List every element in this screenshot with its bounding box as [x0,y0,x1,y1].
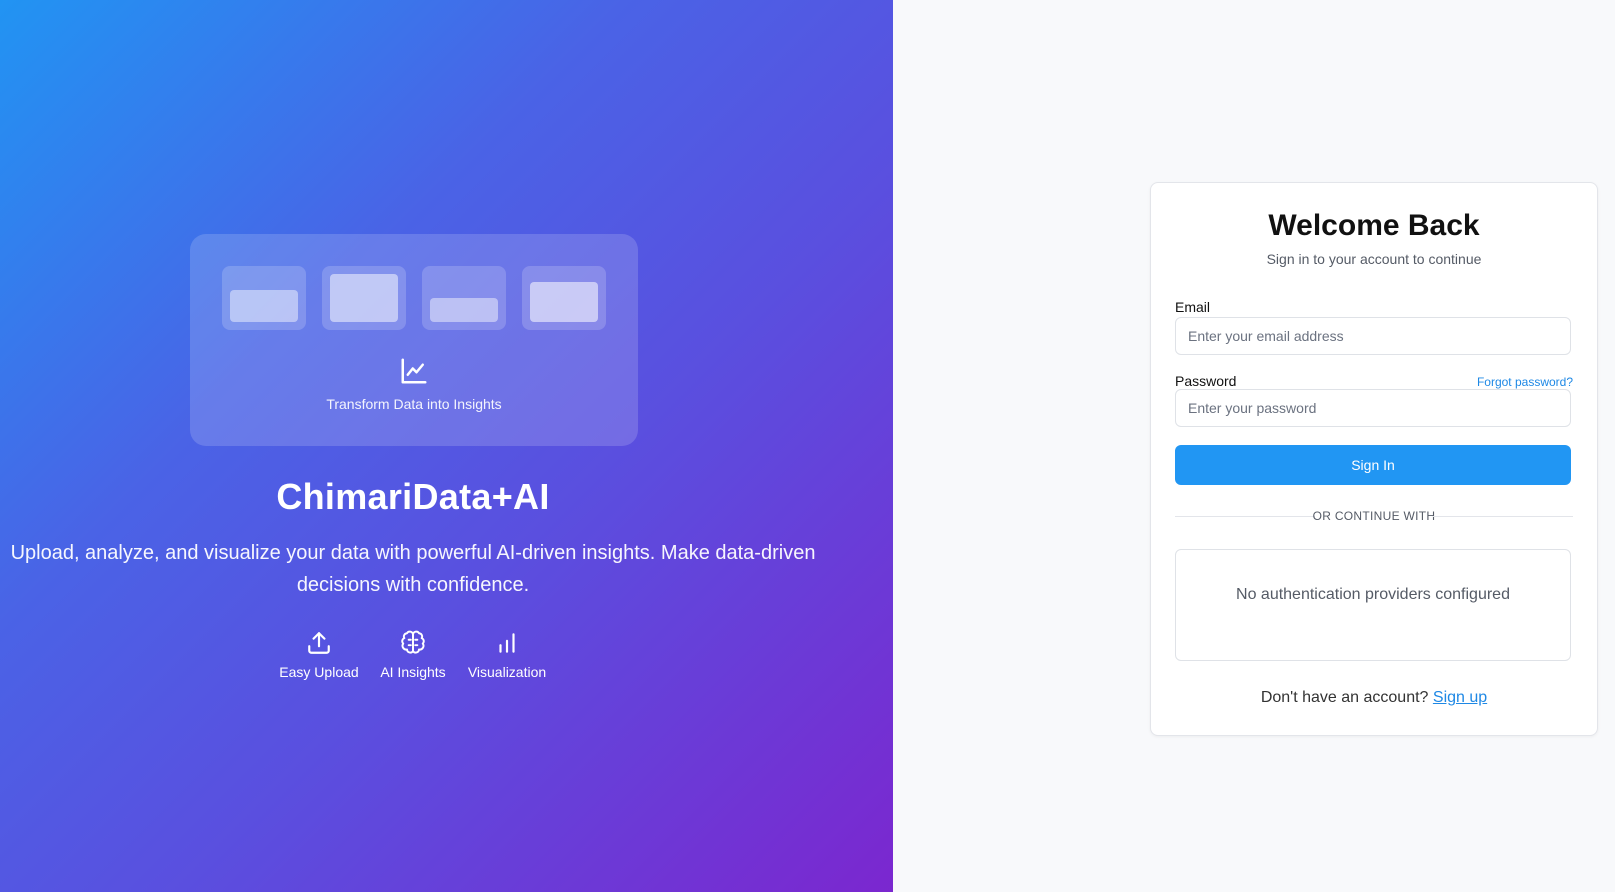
hero-panel: Transform Data into Insights ChimariData… [0,0,893,892]
hero-illustration: Transform Data into Insights [190,234,638,446]
brand-title: ChimariData+AI [276,476,550,517]
illustration-tile [322,266,406,330]
login-title: Welcome Back [1268,209,1480,242]
password-field[interactable] [1175,389,1571,427]
feature-label: Easy Upload [279,664,359,680]
brand-tagline: Upload, analyze, and visualize your data… [10,542,816,596]
password-label: Password [1175,373,1237,389]
providers-empty-message: No authentication providers configured [1236,586,1510,603]
illustration-bar [330,274,398,322]
feature-label: Visualization [467,664,547,680]
illustration-tile [222,266,306,330]
email-field[interactable] [1175,317,1571,355]
signup-link[interactable]: Sign up [1433,689,1487,706]
illustration-tile [422,266,506,330]
illustration-bar [530,282,598,322]
divider-line [1433,516,1573,517]
sign-in-button[interactable]: Sign In [1175,445,1571,485]
signup-row: Don't have an account? Sign up [1151,689,1597,707]
feature-ai-insights: AI Insights [373,630,453,680]
brain-icon [401,630,425,654]
illustration-bar [230,290,298,322]
illustration-bar [430,298,498,322]
illustration-tile [522,266,606,330]
line-chart-icon [401,358,427,384]
auth-providers-box: No authentication providers configured [1175,549,1571,661]
feature-list: Easy Upload AI Insights Visualization [0,630,826,680]
upload-icon [308,632,330,654]
illustration-caption: Transform Data into Insights [326,396,502,412]
login-subtitle: Sign in to your account to continue [1266,251,1482,267]
or-divider: OR CONTINUE WITH [1175,507,1573,527]
email-label: Email [1175,299,1211,315]
forgot-password-link[interactable]: Forgot password? [1477,375,1573,389]
feature-easy-upload: Easy Upload [279,630,359,680]
bar-chart-icon [499,633,515,653]
feature-visualization: Visualization [467,630,547,680]
feature-label: AI Insights [380,664,446,680]
signup-prompt: Don't have an account? [1260,689,1433,706]
login-card: Welcome Back Sign in to your account to … [1150,182,1598,736]
